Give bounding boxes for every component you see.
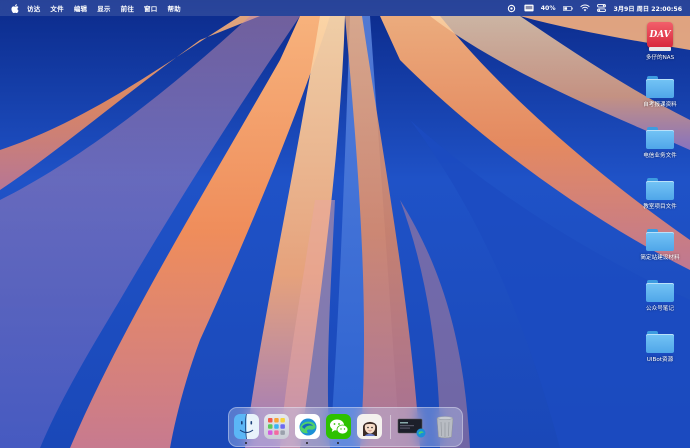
desktop-item-label: 自考报课资料 [643, 102, 677, 108]
folder-icon [646, 178, 674, 200]
folder-icon [646, 127, 674, 149]
running-indicator [337, 442, 339, 444]
desktop-folder-official-account-notes[interactable]: 公众号笔记 [632, 280, 688, 312]
menu-view[interactable]: 显示 [97, 3, 110, 13]
launchpad-icon[interactable] [264, 414, 289, 439]
running-indicator [245, 442, 247, 444]
desktop-wallpaper [0, 0, 690, 448]
menu-file[interactable]: 文件 [50, 3, 63, 13]
desktop-folder-exam-materials[interactable]: 自考报课资料 [632, 76, 688, 108]
edge-browser-icon[interactable] [295, 414, 320, 439]
menubar-clock[interactable]: 3月9日 周日 22:00:56 [614, 4, 682, 13]
desktop-item-label: UIBot资源 [646, 357, 674, 363]
desktop-folder-classroom-project[interactable]: 教室项目文件 [632, 178, 688, 210]
nas-drive-icon: DAV [647, 22, 673, 51]
battery-percent: 40% [540, 4, 556, 12]
folder-icon [646, 229, 674, 251]
finder-icon[interactable] [234, 414, 259, 439]
menu-window[interactable]: 窗口 [144, 3, 157, 13]
desktop-item-label: 电信业务文件 [643, 153, 677, 159]
desktop-item-label: 多仔的NAS [645, 55, 675, 61]
menu-go[interactable]: 前往 [121, 3, 134, 13]
wifi-icon[interactable] [579, 3, 590, 13]
apple-logo-icon[interactable] [9, 2, 21, 14]
wechat-icon[interactable] [326, 414, 351, 439]
dock [228, 407, 463, 447]
dock-separator [390, 415, 391, 439]
menu-bar: 访达 文件 编辑 显示 前往 窗口 帮助 40% 3月9日 周日 22:00:5… [0, 0, 690, 16]
running-indicator [306, 442, 308, 444]
control-dot-icon[interactable] [507, 3, 517, 13]
folder-icon [646, 76, 674, 98]
folder-icon [646, 331, 674, 353]
battery-icon[interactable] [562, 3, 573, 13]
display-icon[interactable] [524, 3, 534, 13]
menu-help[interactable]: 帮助 [167, 3, 180, 13]
desktop-folder-uibot-resources[interactable]: UIBot资源 [632, 331, 688, 363]
avatar-app-icon[interactable] [357, 414, 382, 439]
desktop-item-label: 公众号笔记 [646, 306, 674, 312]
desktop-item-label: 教室项目文件 [643, 204, 677, 210]
desktop-item-label: 简定站建设材料 [640, 255, 680, 261]
folder-icon [646, 280, 674, 302]
desktop-folder-telecom-files[interactable]: 电信业务文件 [632, 127, 688, 159]
desktop-folder-site-construction[interactable]: 简定站建设材料 [632, 229, 688, 261]
desktop-item-nas[interactable]: DAV 多仔的NAS [632, 22, 688, 61]
trash-icon[interactable] [432, 414, 457, 439]
menu-edit[interactable]: 编辑 [74, 3, 87, 13]
window-thumbnail-icon[interactable] [397, 414, 427, 439]
control-center-icon[interactable] [597, 3, 607, 13]
menu-finder[interactable]: 访达 [27, 3, 40, 13]
